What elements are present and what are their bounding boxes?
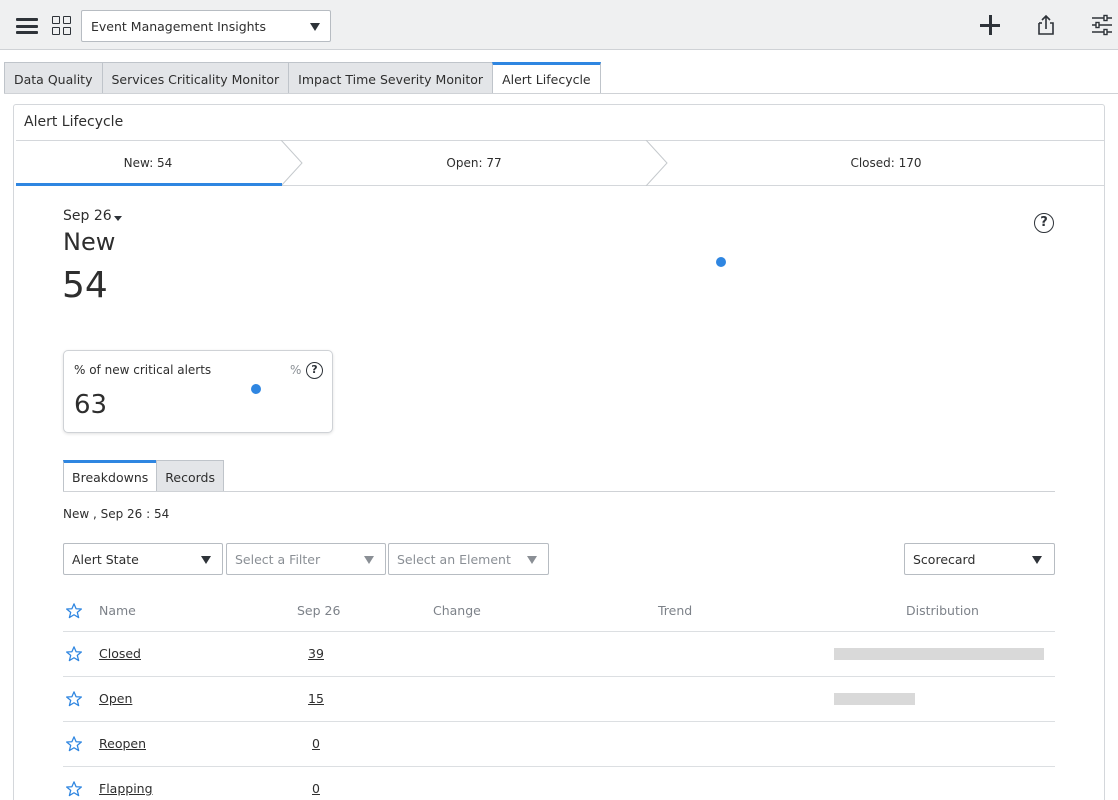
tab-alert-lifecycle[interactable]: Alert Lifecycle <box>492 62 601 94</box>
star-icon[interactable] <box>65 690 83 708</box>
chevron-down-icon <box>201 556 211 564</box>
tab-breakdowns[interactable]: Breakdowns <box>63 460 158 492</box>
alert-lifecycle-widget: Alert Lifecycle New: 54 Open: 77 Closed:… <box>13 104 1105 800</box>
kpi-sparkline-dot <box>251 384 261 394</box>
plus-icon[interactable] <box>978 13 1002 37</box>
menu-icon[interactable] <box>16 18 38 34</box>
subtabs-divider <box>63 491 1055 492</box>
help-icon[interactable]: ? <box>306 362 323 379</box>
view-select[interactable]: Scorecard <box>904 543 1055 575</box>
row-value-link[interactable]: 0 <box>301 736 331 751</box>
step-closed[interactable]: Closed: 170 <box>668 141 1104 185</box>
tab-records[interactable]: Records <box>156 460 224 492</box>
tab-data-quality[interactable]: Data Quality <box>4 62 103 94</box>
element-select-placeholder: Select an Element <box>397 552 511 567</box>
breakdown-summary: New , Sep 26 : 54 <box>63 507 170 521</box>
help-icon[interactable]: ? <box>1034 213 1054 233</box>
caret-down-icon[interactable] <box>114 216 122 221</box>
row-divider <box>63 766 1055 767</box>
tab-impact-time-severity-monitor[interactable]: Impact Time Severity Monitor <box>288 62 494 94</box>
star-icon[interactable] <box>65 780 83 798</box>
distribution-bar <box>834 648 1044 660</box>
row-value-link[interactable]: 0 <box>301 781 331 796</box>
date-selector[interactable]: Sep 26 <box>63 208 112 224</box>
row-name-link[interactable]: Open <box>99 691 132 706</box>
step-separator-icon <box>280 140 303 186</box>
chevron-down-icon <box>527 556 537 564</box>
kpi-value: 63 <box>74 390 108 420</box>
active-step-indicator <box>16 183 282 186</box>
filter-select[interactable]: Select a Filter <box>226 543 386 575</box>
row-divider <box>63 676 1055 677</box>
step-open[interactable]: Open: 77 <box>302 141 646 185</box>
column-header-distribution[interactable]: Distribution <box>906 603 979 618</box>
star-icon[interactable] <box>65 602 83 620</box>
dashboard-tabs: Data Quality Services Criticality Monito… <box>4 62 601 94</box>
filter-select-placeholder: Select a Filter <box>235 552 321 567</box>
element-select[interactable]: Select an Element <box>388 543 549 575</box>
top-toolbar: Event Management Insights <box>0 0 1118 50</box>
state-value: 54 <box>62 265 108 306</box>
kpi-title: % of new critical alerts <box>74 363 212 377</box>
chevron-down-icon <box>1032 556 1042 564</box>
tab-services-criticality-monitor[interactable]: Services Criticality Monitor <box>101 62 290 94</box>
row-value-link[interactable]: 39 <box>301 646 331 661</box>
settings-sliders-icon[interactable] <box>1090 13 1114 37</box>
row-name-link[interactable]: Flapping <box>99 781 153 796</box>
distribution-bar <box>834 693 915 705</box>
column-header-change[interactable]: Change <box>433 603 481 618</box>
dashboard-select-value: Event Management Insights <box>91 19 266 34</box>
star-icon[interactable] <box>65 645 83 663</box>
view-select-value: Scorecard <box>913 552 976 567</box>
column-header-name[interactable]: Name <box>99 603 136 618</box>
breakdown-tabs: Breakdowns Records <box>63 460 224 492</box>
kpi-unit: % <box>290 363 302 377</box>
star-icon[interactable] <box>65 735 83 753</box>
grid-icon[interactable] <box>52 16 72 36</box>
chevron-down-icon <box>364 556 374 564</box>
row-name-link[interactable]: Reopen <box>99 736 146 751</box>
sparkline-dot <box>716 257 726 267</box>
tabs-divider <box>4 93 1118 94</box>
kpi-card[interactable]: % of new critical alerts % ? 63 <box>63 350 333 433</box>
step-separator-icon <box>645 140 668 186</box>
share-icon[interactable] <box>1034 13 1058 37</box>
chevron-down-icon <box>310 23 320 31</box>
column-header-date[interactable]: Sep 26 <box>297 603 340 618</box>
step-new[interactable]: New: 54 <box>16 141 280 185</box>
row-name-link[interactable]: Closed <box>99 646 141 661</box>
column-header-trend[interactable]: Trend <box>658 603 692 618</box>
row-divider <box>63 631 1055 632</box>
row-value-link[interactable]: 15 <box>301 691 331 706</box>
breakdown-select[interactable]: Alert State <box>63 543 223 575</box>
state-label: New <box>63 228 116 256</box>
row-divider <box>63 721 1055 722</box>
dashboard-select[interactable]: Event Management Insights <box>81 10 331 42</box>
lifecycle-stepper: New: 54 Open: 77 Closed: 170 <box>16 140 1104 186</box>
widget-title: Alert Lifecycle <box>24 114 124 130</box>
breakdown-select-value: Alert State <box>72 552 139 567</box>
